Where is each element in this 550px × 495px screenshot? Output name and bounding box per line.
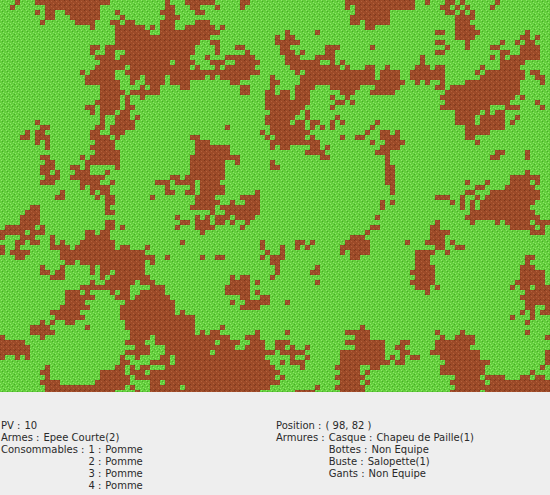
- armor-slot: Casque :: [329, 432, 373, 444]
- position-label: Position :: [276, 420, 321, 432]
- armor-item: Buste : Salopette(1): [329, 456, 474, 468]
- weapons-group: Armes : Epee Courte(2): [1, 432, 276, 444]
- consumable-slot: 2 :: [88, 456, 101, 468]
- armor-name: Salopette(1): [368, 456, 430, 468]
- status-right-column: Position : ( 98, 82 )Armures : Casque :Cha…: [276, 420, 550, 495]
- game-map: [0, 0, 550, 392]
- hp-line: PV : 10: [1, 420, 276, 432]
- armor-item: Gants : Non Equipe: [329, 468, 474, 480]
- weapons-list: Epee Courte(2): [43, 432, 119, 444]
- status-left-column: PV : 10Armes : Epee Courte(2)Consommables …: [1, 420, 276, 495]
- consumable-name: Pomme: [105, 456, 142, 468]
- position-line: Position : ( 98, 82 ): [276, 420, 550, 432]
- consumable-item: 3 : Pomme: [88, 468, 142, 480]
- consumable-item: 1 : Pomme: [88, 444, 142, 456]
- status-panel: PV : 10Armes : Epee Courte(2)Consommables …: [0, 392, 550, 495]
- armor-group: Armures :Casque :Chapeu de Paille(1)Bott…: [276, 432, 550, 480]
- armor-item: Casque :Chapeu de Paille(1): [329, 432, 474, 444]
- consumable-slot: 3 :: [88, 468, 101, 480]
- consumable-name: Pomme: [105, 444, 142, 456]
- armor-slot: Bottes :: [329, 444, 368, 456]
- grass-terrain: [0, 0, 550, 392]
- armor-name: Non Equipe: [371, 444, 428, 456]
- weapons-label: Armes :: [1, 432, 39, 444]
- armor-list: Casque :Chapeu de Paille(1)Bottes :Non E…: [329, 432, 474, 480]
- dirt-terrain: [0, 0, 550, 392]
- consumables-list: 1 : Pomme 2 : Pomme 3 : Pomme 4 : Pomme: [88, 444, 142, 492]
- hp-label: PV :: [1, 420, 20, 432]
- consumable-item: 4 : Pomme: [88, 480, 142, 492]
- armor-slot: Buste :: [329, 456, 364, 468]
- consumable-slot: 4 :: [88, 480, 101, 492]
- armor-slot: Gants :: [329, 468, 365, 480]
- consumable-name: Pomme: [105, 480, 142, 492]
- consumable-slot: 1 :: [88, 444, 101, 456]
- armor-item: Bottes :Non Equipe: [329, 444, 474, 456]
- consumables-label: Consommables :: [1, 444, 84, 492]
- armor-label: Armures :: [276, 432, 325, 480]
- game-screen: PV : 10Armes : Epee Courte(2)Consommables …: [0, 0, 550, 495]
- consumable-name: Pomme: [105, 468, 142, 480]
- consumable-item: 2 : Pomme: [88, 456, 142, 468]
- weapon-item: Epee Courte(2): [43, 432, 119, 444]
- armor-name: Chapeu de Paille(1): [376, 432, 474, 444]
- hp-value: 10: [24, 420, 37, 432]
- armor-name: Non Equipe: [369, 468, 426, 480]
- consumables-group: Consommables :1 :Pomme2 :Pomme3 :Pomme4 …: [1, 444, 276, 492]
- position-value: ( 98, 82 ): [325, 420, 371, 432]
